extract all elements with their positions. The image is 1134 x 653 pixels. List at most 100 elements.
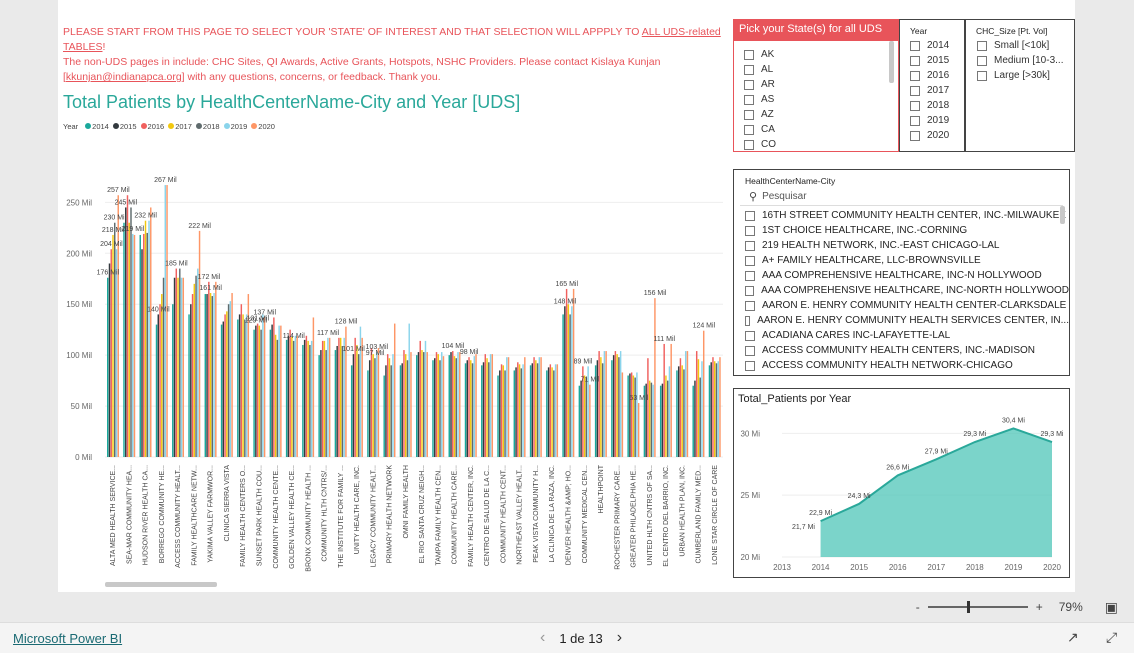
hc-option[interactable]: ACCESS COMMUNITY HEALTH NETWORK-CHICAGO [734, 358, 1069, 373]
fit-to-page-icon[interactable]: ▣ [1105, 599, 1118, 616]
checkbox[interactable] [910, 55, 920, 66]
bar[interactable] [190, 304, 192, 457]
bar[interactable] [580, 380, 582, 457]
checkbox[interactable] [910, 40, 920, 51]
bar[interactable] [601, 363, 604, 457]
bar-chart[interactable]: 0 Mil 50 Mil 100 Mil 150 Mil 200 Mil 250 Mil A… [60, 140, 725, 590]
checkbox[interactable] [977, 40, 987, 51]
hc-option[interactable]: 219 HEALTH NETWORK, INC.-EAST CHICAGO-LA… [734, 238, 1069, 253]
legend-item-2015[interactable]: 2015 [120, 122, 137, 131]
bar[interactable] [253, 329, 255, 457]
checkbox[interactable] [910, 115, 920, 126]
bar[interactable] [540, 357, 542, 457]
bar[interactable] [424, 340, 427, 457]
bar[interactable] [515, 367, 517, 457]
bar[interactable] [375, 352, 378, 457]
bar[interactable] [175, 268, 178, 457]
bar[interactable] [712, 357, 714, 457]
bar[interactable] [468, 357, 470, 457]
bar[interactable] [110, 249, 112, 457]
checkbox[interactable] [910, 85, 920, 96]
bar[interactable] [312, 317, 315, 457]
bar[interactable] [419, 340, 421, 457]
bar[interactable] [361, 337, 363, 457]
bar[interactable] [327, 337, 329, 457]
bar[interactable] [198, 230, 201, 457]
bar[interactable] [341, 345, 344, 457]
bar[interactable] [328, 337, 331, 457]
bar[interactable] [289, 329, 291, 457]
bar[interactable] [325, 350, 327, 457]
checkbox[interactable] [745, 300, 755, 311]
bar[interactable] [442, 356, 445, 457]
bar[interactable] [130, 207, 132, 457]
bar[interactable] [551, 367, 553, 457]
checkbox[interactable] [745, 345, 755, 356]
bar[interactable] [596, 360, 599, 457]
bar[interactable] [227, 304, 230, 457]
zoom-out-button[interactable]: - [916, 600, 920, 614]
bar[interactable] [589, 384, 591, 457]
bar[interactable] [292, 340, 295, 457]
bar[interactable] [215, 281, 217, 457]
hc-option[interactable]: ACCESS COMMUNITY HEALTH CENTERS, INC.-MA… [734, 343, 1069, 358]
bar[interactable] [188, 314, 190, 457]
hc-option[interactable]: 1ST CHOICE HEALTHCARE, INC.-CORNING [734, 223, 1069, 238]
bar[interactable] [146, 232, 148, 457]
bar[interactable] [209, 293, 212, 457]
bar[interactable] [500, 364, 503, 457]
previous-page-icon[interactable]: ‹ [540, 629, 545, 647]
bar[interactable] [162, 277, 165, 457]
bar[interactable] [533, 357, 535, 457]
bar[interactable] [565, 288, 568, 457]
bar[interactable] [614, 351, 617, 457]
bar[interactable] [372, 354, 374, 457]
state-option-AK[interactable]: AK [744, 47, 898, 62]
bar[interactable] [585, 377, 588, 457]
bar[interactable] [309, 344, 311, 457]
bar[interactable] [231, 293, 233, 457]
bar[interactable] [583, 375, 586, 457]
hc-option[interactable]: A+ FAMILY HEALTHCARE, LLC-BROWNSVILLE [734, 253, 1069, 268]
bar[interactable] [144, 220, 147, 457]
bar[interactable] [524, 357, 526, 457]
bar[interactable] [629, 373, 631, 457]
bar[interactable] [336, 345, 338, 457]
bar[interactable] [522, 364, 524, 457]
checkbox[interactable] [977, 70, 987, 81]
share-icon[interactable]: ↗ [1067, 629, 1079, 646]
bar[interactable] [177, 277, 179, 457]
bar[interactable] [692, 385, 694, 457]
state-option-AL[interactable]: AL [744, 62, 898, 77]
bar[interactable] [567, 304, 570, 457]
checkbox[interactable] [745, 330, 755, 341]
bar[interactable] [401, 363, 403, 457]
bar[interactable] [318, 355, 320, 457]
hc-slicer-scrollbar[interactable] [1060, 206, 1065, 224]
bar[interactable] [665, 375, 667, 457]
bar[interactable] [115, 249, 118, 457]
bar[interactable] [648, 380, 651, 457]
bar[interactable] [621, 372, 624, 457]
bar[interactable] [242, 314, 244, 457]
bar[interactable] [237, 319, 239, 458]
bar[interactable] [578, 385, 581, 457]
bar[interactable] [245, 314, 248, 457]
bar[interactable] [307, 340, 309, 457]
bar[interactable] [352, 354, 355, 457]
bar[interactable] [647, 358, 649, 457]
bar[interactable] [291, 336, 293, 457]
bar[interactable] [133, 234, 136, 457]
bar[interactable] [471, 363, 474, 457]
checkbox[interactable] [910, 130, 920, 141]
hc-option[interactable]: AAA COMPREHENSIVE HEALTHCARE, INC-NORTH … [734, 283, 1069, 298]
zoom-in-button[interactable]: + [1036, 600, 1043, 614]
bar[interactable] [108, 263, 111, 457]
bar[interactable] [695, 351, 698, 457]
checkbox[interactable] [744, 109, 754, 120]
bar[interactable] [630, 372, 633, 457]
bar[interactable] [553, 370, 555, 457]
bar[interactable] [294, 335, 297, 457]
bar[interactable] [114, 222, 116, 457]
bar[interactable] [287, 335, 290, 457]
